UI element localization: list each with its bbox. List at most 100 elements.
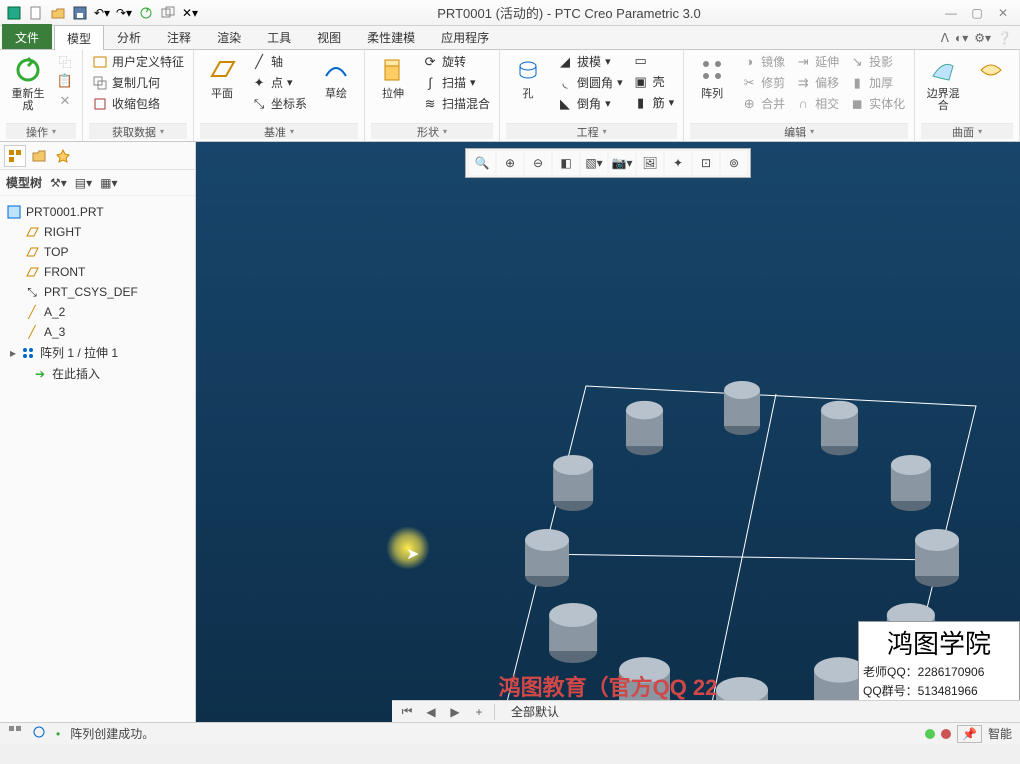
sweepblend-button[interactable]: ≋扫描混合 [419, 94, 493, 113]
ribbon-collapse-icon[interactable]: ᐱ [941, 31, 949, 45]
mirror-button[interactable]: ◑镜像 [738, 52, 788, 71]
view-manager-icon[interactable]: 🖼 [637, 151, 663, 175]
zoom-fit-icon[interactable]: 🔍 [469, 151, 495, 175]
solidify-button[interactable]: ◼实体化 [846, 94, 908, 113]
annotation-display-icon[interactable]: ⊡ [693, 151, 719, 175]
group-label-surface[interactable]: 曲面 [921, 123, 1013, 139]
group-label-edit[interactable]: 编辑 [690, 123, 908, 139]
copy-button[interactable]: ⿻ [54, 52, 76, 70]
rib-button[interactable]: ▮筋▾ [630, 93, 678, 112]
group-label-eng[interactable]: 工程 [506, 123, 677, 139]
tree-root[interactable]: PRT0001.PRT [2, 202, 193, 222]
group-label-shape[interactable]: 形状 [371, 123, 493, 139]
status-icon-2[interactable] [32, 725, 46, 742]
draft-button[interactable]: ◢拔模▾ [554, 52, 626, 71]
tree-a3[interactable]: ╱A_3 [2, 322, 193, 342]
qat-logo[interactable] [4, 3, 24, 23]
copygeom-button[interactable]: 复制几何 [89, 73, 187, 92]
merge-button[interactable]: ⊕合并 [738, 94, 788, 113]
paste-special-button[interactable]: ✕ [54, 92, 76, 110]
intersect-button[interactable]: ∩相交 [792, 94, 842, 113]
menu-tab-analysis[interactable]: 分析 [104, 24, 154, 49]
menu-tab-annotate[interactable]: 注释 [154, 24, 204, 49]
tree-show-icon[interactable]: ▤▾ [75, 176, 92, 190]
menu-tab-render[interactable]: 渲染 [204, 24, 254, 49]
group-label-getdata[interactable]: 获取数据 [89, 123, 187, 139]
spin-center-icon[interactable]: ⊚ [721, 151, 747, 175]
tree-pattern[interactable]: ▸阵列 1 / 拉伸 1 [2, 342, 193, 363]
menu-file[interactable]: 文件 [2, 24, 52, 49]
sketch-button[interactable]: 草绘 [314, 52, 358, 102]
qat-open-icon[interactable] [48, 3, 68, 23]
close-button[interactable]: ✕ [994, 4, 1012, 22]
pattern-button[interactable]: 阵列 [690, 52, 734, 102]
add-view-icon[interactable]: + [470, 704, 488, 720]
minimize-button[interactable]: — [942, 4, 960, 22]
round-button[interactable]: ◟倒圆角▾ [554, 73, 626, 92]
zoom-in-icon[interactable]: ⊕ [497, 151, 523, 175]
axis-button[interactable]: ╱轴 [248, 52, 310, 71]
modeltree-tab[interactable] [4, 145, 26, 167]
boundary-button[interactable]: 边界混合 [921, 52, 965, 114]
thicken-button[interactable]: ▮加厚 [846, 73, 908, 92]
tree-front[interactable]: FRONT [2, 262, 193, 282]
tree-a2[interactable]: ╱A_2 [2, 302, 193, 322]
qat-undo-icon[interactable]: ↶▾ [92, 3, 112, 23]
chamfer-button[interactable]: ◣倒角▾ [554, 94, 626, 113]
point-button[interactable]: ✦点▾ [248, 73, 310, 92]
udf-button[interactable]: 用户定义特征 [89, 52, 187, 71]
shrinkwrap-button[interactable]: 收缩包络 [89, 94, 187, 113]
menu-tab-tools[interactable]: 工具 [254, 24, 304, 49]
notification-icon[interactable]: ◐▾ [955, 31, 968, 45]
status-pin-icon[interactable]: 📌 [957, 725, 982, 743]
paste-button[interactable]: 📋 [54, 72, 76, 90]
status-filter-label[interactable]: 智能 [988, 725, 1012, 742]
menu-tab-flex[interactable]: 柔性建模 [354, 24, 428, 49]
menu-tab-apps[interactable]: 应用程序 [428, 24, 502, 49]
tree-filter-icon[interactable]: ▦▾ [100, 176, 117, 190]
regenerate-button[interactable]: 重新生成 [6, 52, 50, 114]
sweep-button[interactable]: ∫扫描▾ [419, 73, 493, 92]
offset-button[interactable]: ⇉偏移 [792, 73, 842, 92]
qat-regen-icon[interactable] [136, 3, 156, 23]
qat-new-icon[interactable] [26, 3, 46, 23]
view-tab-default[interactable]: 全部默认 [501, 703, 569, 720]
first-view-icon[interactable]: ⏮ [398, 704, 416, 720]
saved-views-icon[interactable]: 📷▾ [609, 151, 635, 175]
qat-redo-icon[interactable]: ↷▾ [114, 3, 134, 23]
style-button[interactable] [969, 52, 1013, 88]
project-button[interactable]: ↘投影 [846, 52, 908, 71]
group-label-operate[interactable]: 操作 [6, 123, 76, 139]
tree-settings-icon[interactable]: ⚒▾ [50, 176, 67, 190]
trim-button[interactable]: ✂修剪 [738, 73, 788, 92]
qat-close-icon[interactable]: ✕▾ [180, 3, 200, 23]
menu-tab-model[interactable]: 模型 [54, 25, 104, 50]
prev-view-icon[interactable]: ◀ [422, 704, 440, 720]
help-icon[interactable]: ❔ [997, 31, 1012, 45]
tree-insert[interactable]: ➔在此插入 [2, 363, 193, 384]
revolve-button[interactable]: ⟳旋转 [419, 52, 493, 71]
viewport[interactable]: 🔍 ⊕ ⊖ ◧ ▧▾ 📷▾ 🖼 ✦ ⊡ ⊚ ➤ 鸿图教育（官方QQ 22 鸿图学… [196, 142, 1020, 722]
datum-display-icon[interactable]: ✦ [665, 151, 691, 175]
blank-button[interactable]: ▭ [630, 52, 678, 70]
group-label-datum[interactable]: 基准 [200, 123, 358, 139]
shell-button[interactable]: ▣壳 [630, 72, 678, 91]
next-view-icon[interactable]: ▶ [446, 704, 464, 720]
settings-gear-icon[interactable]: ⚙▾ [974, 31, 991, 45]
tree-top[interactable]: TOP [2, 242, 193, 262]
favorites-tab[interactable] [52, 145, 74, 167]
zoom-out-icon[interactable]: ⊖ [525, 151, 551, 175]
display-style-icon[interactable]: ▧▾ [581, 151, 607, 175]
tree-csys[interactable]: ⤡PRT_CSYS_DEF [2, 282, 193, 302]
plane-button[interactable]: 平面 [200, 52, 244, 102]
extrude-button[interactable]: 拉伸 [371, 52, 415, 102]
tree-right[interactable]: RIGHT [2, 222, 193, 242]
qat-save-icon[interactable] [70, 3, 90, 23]
maximize-button[interactable]: ▢ [968, 4, 986, 22]
qat-windows-icon[interactable] [158, 3, 178, 23]
status-icon-1[interactable] [8, 725, 22, 742]
extend-button[interactable]: ⇥延伸 [792, 52, 842, 71]
foldertree-tab[interactable] [28, 145, 50, 167]
menu-tab-view[interactable]: 视图 [304, 24, 354, 49]
csys-button[interactable]: ⤡坐标系 [248, 94, 310, 113]
